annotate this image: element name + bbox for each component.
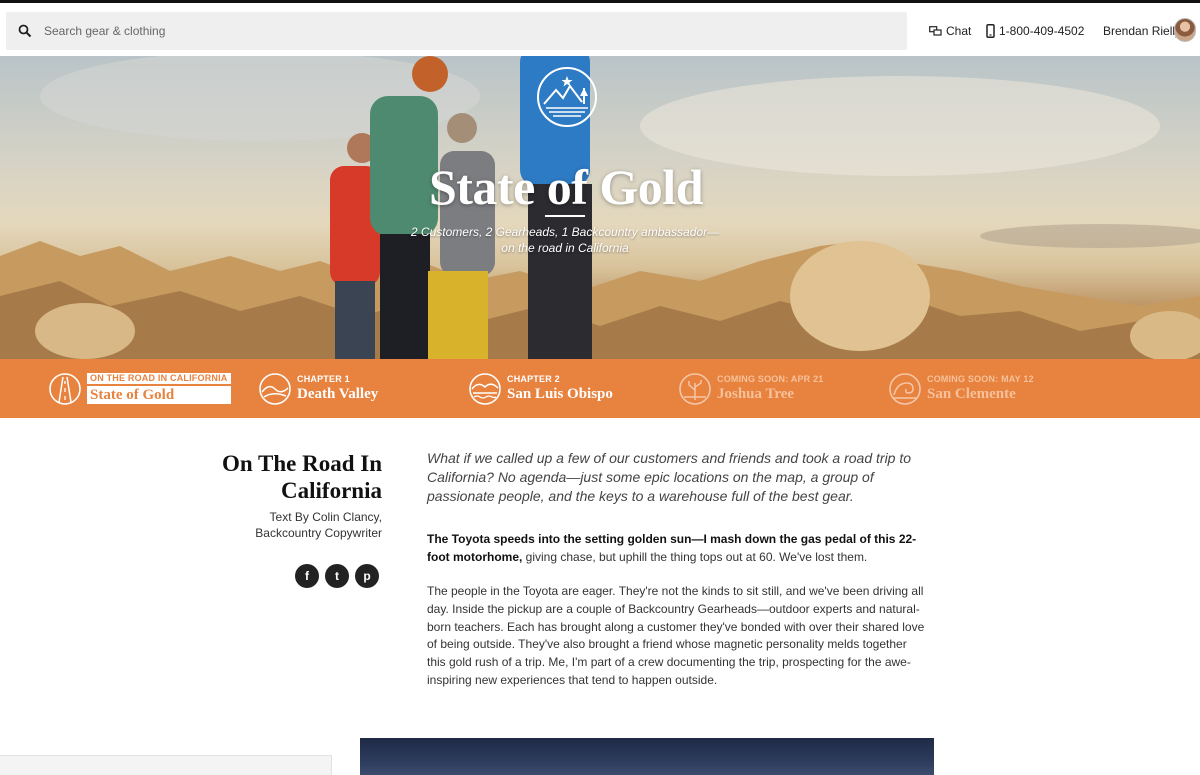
- chapter-name: San Luis Obispo: [507, 386, 613, 402]
- article-paragraph-1: The Toyota speeds into the setting golde…: [427, 530, 927, 566]
- chapter-kicker: ON THE ROAD IN CALIFORNIA: [87, 373, 231, 384]
- pinterest-share-button[interactable]: p: [355, 564, 379, 588]
- wave-icon: [889, 372, 921, 405]
- chapter-name: State of Gold: [87, 386, 231, 404]
- side-panel: [0, 755, 332, 775]
- paragraph-1-rest: giving chase, but uphill the thing tops …: [522, 550, 868, 564]
- phone-link[interactable]: 1-800-409-4502: [986, 20, 1084, 42]
- article-byline: Text By Colin Clancy, Backcountry Copywr…: [220, 509, 382, 541]
- chapter-name: Joshua Tree: [717, 386, 795, 402]
- twitter-share-button[interactable]: t: [325, 564, 349, 588]
- chapter-nav: ON THE ROAD IN CALIFORNIA State of Gold …: [0, 359, 1200, 418]
- facebook-share-button[interactable]: f: [295, 564, 319, 588]
- chapter-kicker: COMING SOON: APR 21: [717, 374, 824, 384]
- search-icon[interactable]: [6, 12, 44, 50]
- facebook-icon: f: [305, 569, 309, 583]
- chapter-tab-san-clemente[interactable]: COMING SOON: MAY 12 San Clemente: [889, 359, 1034, 418]
- pinterest-icon: p: [363, 569, 371, 583]
- chat-link[interactable]: Chat: [929, 20, 971, 42]
- hero-banner: State of Gold 2 Customers, 2 Gearheads, …: [0, 56, 1200, 359]
- article-intro: What if we called up a few of our custom…: [427, 450, 912, 504]
- avatar[interactable]: [1174, 18, 1196, 42]
- hero-divider: [545, 215, 585, 217]
- chat-label: Chat: [946, 24, 972, 38]
- chapter-tab-san-luis-obispo[interactable]: CHAPTER 2 San Luis Obispo: [469, 359, 613, 418]
- top-bar: Chat 1-800-409-4502 Brendan Rielly: [0, 0, 1200, 56]
- article-title: On The Road In California: [200, 450, 382, 504]
- dunes-icon: [259, 372, 291, 405]
- search-input[interactable]: [44, 16, 864, 46]
- chapter-kicker: CHAPTER 1: [297, 374, 350, 384]
- article-title-line2: California: [281, 478, 382, 503]
- joshua-tree-icon: [679, 372, 711, 405]
- chapter-tab-state-of-gold[interactable]: ON THE ROAD IN CALIFORNIA State of Gold: [49, 359, 231, 418]
- hills-waves-icon: [469, 372, 501, 405]
- chapter-name: Death Valley: [297, 386, 379, 402]
- phone-number: 1-800-409-4502: [999, 24, 1085, 38]
- account-link[interactable]: Brendan Rielly: [1103, 20, 1181, 42]
- chapter-name: San Clemente: [927, 386, 1016, 402]
- byline-line1: Text By Colin Clancy,: [269, 510, 382, 524]
- hero-subtitle: 2 Customers, 2 Gearheads, 1 Backcountry …: [390, 224, 740, 256]
- chapter-tab-death-valley[interactable]: CHAPTER 1 Death Valley: [259, 359, 378, 418]
- article-paragraph-2: The people in the Toyota are eager. They…: [427, 584, 925, 687]
- twitter-icon: t: [335, 569, 339, 583]
- article-title-line1: On The Road In: [221, 451, 382, 476]
- phone-icon: [986, 24, 995, 38]
- chat-icon: [929, 25, 942, 37]
- road-icon: [49, 372, 81, 405]
- hero-title: State of Gold: [428, 159, 704, 215]
- user-name: Brendan Rielly: [1103, 24, 1182, 38]
- article-image: [360, 738, 934, 775]
- hero-subtitle-line2: on the road in California: [501, 241, 629, 255]
- hero-subtitle-line1: 2 Customers, 2 Gearheads, 1 Backcountry …: [410, 225, 720, 239]
- chapter-tab-joshua-tree[interactable]: COMING SOON: APR 21 Joshua Tree: [679, 359, 823, 418]
- byline-line2: Backcountry Copywriter: [255, 526, 382, 540]
- state-of-gold-logo: [537, 67, 597, 127]
- chapter-kicker: CHAPTER 2: [507, 374, 560, 384]
- chapter-kicker: COMING SOON: MAY 12: [927, 374, 1034, 384]
- search-bar[interactable]: [6, 12, 907, 50]
